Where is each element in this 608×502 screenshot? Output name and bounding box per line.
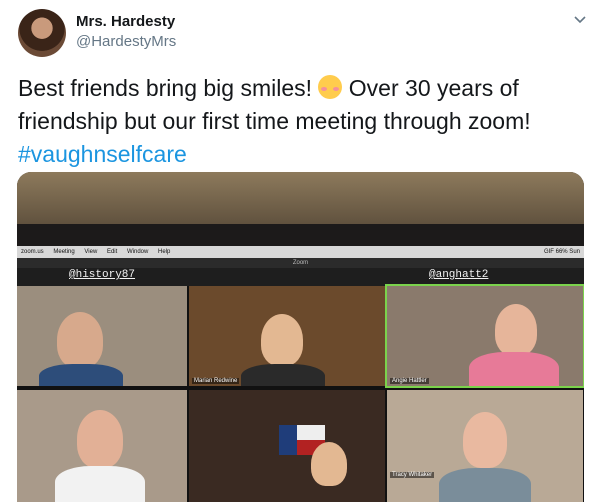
participant-tile: Marian Redwine <box>189 286 385 386</box>
participant-face <box>261 314 303 366</box>
menubar-item: Meeting <box>53 249 75 255</box>
user-handle[interactable]: @HardestyMrs <box>76 32 176 52</box>
tweet-header: Mrs. Hardesty @HardestyMrs <box>18 9 590 57</box>
participant-face <box>57 312 103 368</box>
participant-name: Angie Hattler <box>390 378 429 384</box>
participant-body <box>439 468 531 502</box>
menubar-item: View <box>84 249 98 255</box>
participant-name: Marian Redwine <box>192 378 240 384</box>
display-name[interactable]: Mrs. Hardesty <box>76 12 176 32</box>
author-names: Mrs. Hardesty @HardestyMrs <box>76 12 176 52</box>
avatar[interactable] <box>18 9 66 57</box>
hashtag-link[interactable]: #vaughnselfcare <box>18 141 187 167</box>
participant-face <box>77 410 123 468</box>
handle-label-left: @history87 <box>69 269 136 281</box>
zoom-window-title: Zoom <box>17 258 584 268</box>
menubar-item: Edit <box>106 249 118 255</box>
participant-tile <box>189 390 385 502</box>
tweet-text-part1: Best friends bring big smiles! <box>18 75 319 101</box>
menubar-status: GIF 66% Sun <box>543 249 580 255</box>
participant-body <box>241 364 325 386</box>
participant-tile <box>17 286 187 386</box>
participant-tile: Tracy Whitaker <box>387 390 583 502</box>
participant-body <box>39 364 123 386</box>
menubar-item: Help <box>158 249 171 255</box>
menubar-item: zoom.us <box>21 249 44 255</box>
participant-tile <box>17 390 187 502</box>
background-wall <box>17 172 584 232</box>
mac-menubar: zoom.us Meeting View Edit Window Help GI… <box>17 246 584 258</box>
participant-body <box>469 352 559 386</box>
menubar-item: Window <box>126 249 149 255</box>
smiling-face-emoji-icon <box>318 75 343 99</box>
tweet-text: Best friends bring big smiles! Over 30 y… <box>18 72 593 171</box>
zoom-gallery-grid: Marian Redwine Angie Hattler Tracy Whita… <box>17 284 584 502</box>
tweet-media-photo[interactable]: zoom.us Meeting View Edit Window Help GI… <box>17 172 584 502</box>
handle-label-right: @anghatt2 <box>429 269 489 281</box>
chevron-down-icon[interactable] <box>572 11 588 27</box>
participant-name: Tracy Whitaker <box>390 472 435 478</box>
participant-face <box>495 304 537 356</box>
participant-tile-active: Angie Hattler <box>385 284 584 388</box>
participant-body <box>55 466 145 502</box>
participant-face <box>311 442 347 486</box>
participant-face <box>463 412 507 468</box>
handle-bar: @history87 @anghatt2 <box>17 268 584 286</box>
